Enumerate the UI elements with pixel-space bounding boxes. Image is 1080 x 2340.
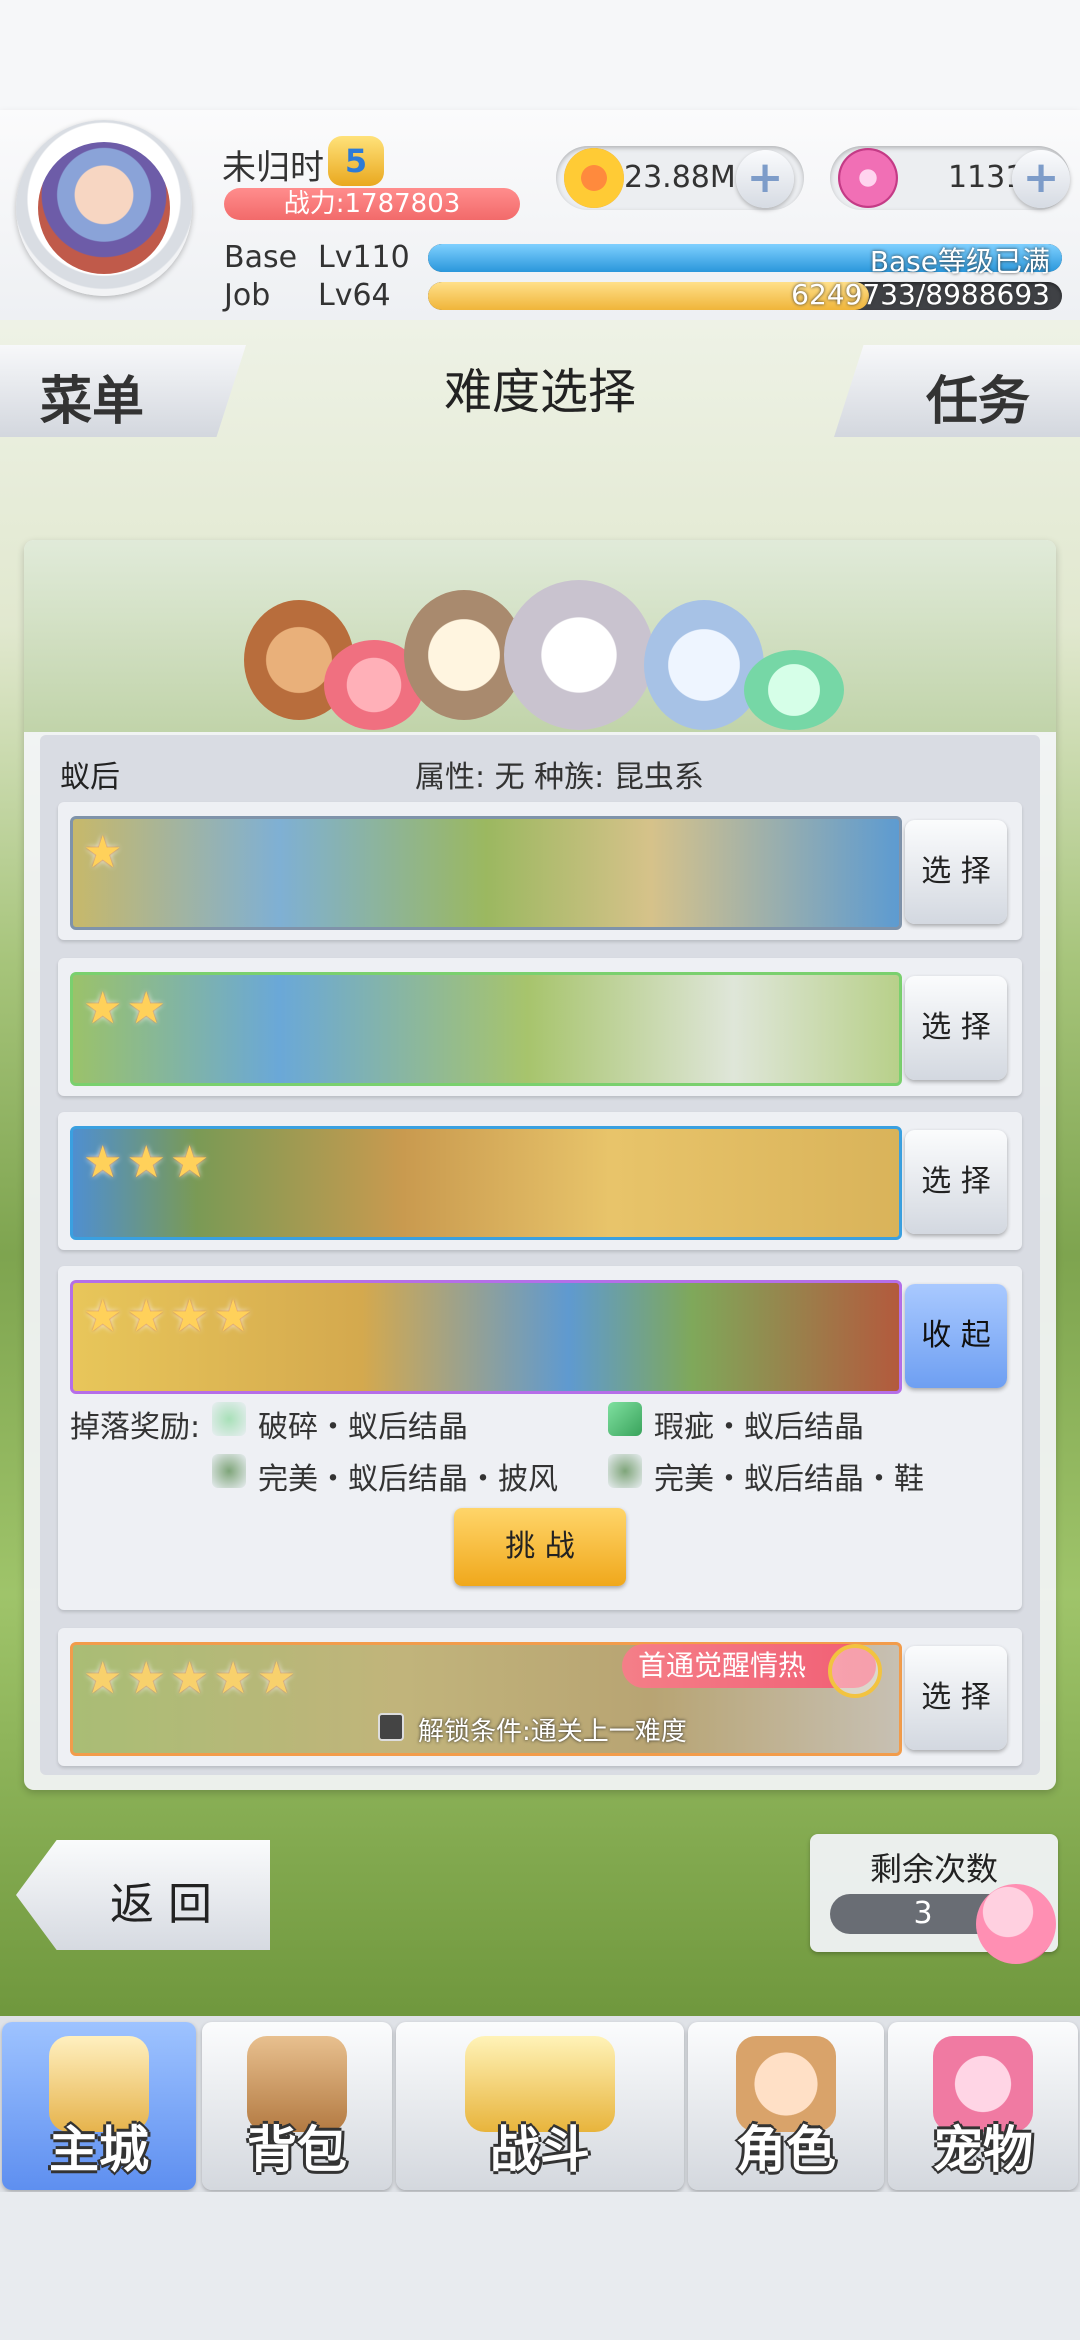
nav-character[interactable]: 角色 [688, 2022, 884, 2190]
ring-reward-icon [828, 1644, 882, 1698]
difficulty-map-1[interactable]: ★ [70, 816, 902, 930]
difficulty-map-3[interactable]: ★★★ [70, 1126, 902, 1240]
unlock-condition: 解锁条件:通关上一难度 [418, 1717, 687, 1747]
lock-icon [378, 1713, 404, 1741]
nav-battle-label: 战斗 [490, 2121, 590, 2179]
combat-power: 战力:1787803 [224, 188, 520, 220]
nav-battle[interactable]: 战斗 [396, 2022, 684, 2190]
job-exp-bar: 6249733/8988693 [428, 278, 1062, 311]
difficulty-stars-4: ★★★★ [83, 1291, 257, 1342]
gold-amount: 23.88M [624, 160, 736, 195]
back-label: 返 回 [110, 1879, 212, 1930]
reward-item-2: 瑕疵・蚁后结晶 [654, 1410, 864, 1445]
reward-item-3: 完美・蚁后结晶・披风 [258, 1462, 558, 1497]
difficulty-map-4[interactable]: ★★★★ [70, 1280, 902, 1394]
base-exp-text: Base等级已满 [869, 245, 1050, 278]
shoe-crystal-icon [608, 1454, 642, 1488]
select-button-5[interactable]: 选 择 [905, 1646, 1007, 1750]
nav-main-city[interactable]: 主城 [2, 2022, 196, 2190]
select-button-2[interactable]: 选 择 [905, 976, 1007, 1080]
difficulty-stars-2: ★★ [83, 983, 170, 1034]
reward-item-4: 完美・蚁后结晶・鞋 [654, 1462, 924, 1497]
nav-character-label: 角色 [736, 2121, 836, 2179]
nav-main-city-label: 主城 [49, 2121, 149, 2179]
difficulty-map-2[interactable]: ★★ [70, 972, 902, 1086]
avatar[interactable] [38, 142, 170, 274]
boss-attributes: 属性: 无 种族: 昆虫系 [415, 760, 704, 795]
reward-item-1: 破碎・蚁后结晶 [258, 1410, 468, 1445]
add-gold-button[interactable]: + [736, 150, 794, 208]
base-exp-bar: Base等级已满 [428, 244, 1062, 278]
status-bar-area [0, 0, 1080, 110]
cape-crystal-icon [212, 1454, 246, 1488]
gold-coin-icon [564, 148, 624, 208]
nav-backpack[interactable]: 背包 [202, 2022, 392, 2190]
job-label: Job [224, 278, 271, 313]
system-navigation-area [0, 2192, 1080, 2340]
crystal-fragment-icon [212, 1402, 246, 1436]
job-level: Lv64 [318, 278, 391, 313]
bear-monster-icon [644, 600, 764, 730]
rewards-label: 掉落奖励: [70, 1410, 201, 1445]
base-label: Base [224, 240, 298, 275]
nav-pet-label: 宠物 [933, 2121, 1033, 2179]
gem-icon [838, 148, 898, 208]
base-level: Lv110 [318, 240, 410, 275]
monster-banner [24, 540, 1056, 732]
back-button[interactable]: 返 回 [16, 1840, 270, 1950]
remaining-label: 剩余次数 [870, 1850, 999, 1888]
vip-badge[interactable]: 5 [328, 136, 384, 186]
green-crystal-icon [608, 1402, 642, 1436]
difficulty-stars-3: ★★★ [83, 1137, 214, 1188]
nav-pet[interactable]: 宠物 [888, 2022, 1078, 2190]
player-name: 未归时 [222, 148, 324, 188]
quest-label: 任务 [926, 372, 1031, 432]
challenge-button[interactable]: 挑 战 [454, 1508, 626, 1586]
green-slime-icon [744, 650, 844, 730]
nav-backpack-label: 背包 [247, 2121, 347, 2179]
quest-button[interactable]: 任务 [834, 345, 1080, 437]
difficulty-stars-1: ★ [83, 827, 127, 878]
select-button-3[interactable]: 选 择 [905, 1130, 1007, 1234]
job-exp-text: 6249733/8988693 [791, 278, 1050, 311]
raccoon-monster-icon [504, 580, 654, 730]
pet-assistant-icon[interactable] [976, 1884, 1056, 1964]
boss-name: 蚁后 [60, 760, 120, 795]
collapse-button[interactable]: 收 起 [905, 1284, 1007, 1388]
difficulty-stars-5: ★★★★★ [83, 1653, 301, 1704]
add-gems-button[interactable]: + [1012, 150, 1070, 208]
select-button-1[interactable]: 选 择 [905, 820, 1007, 924]
